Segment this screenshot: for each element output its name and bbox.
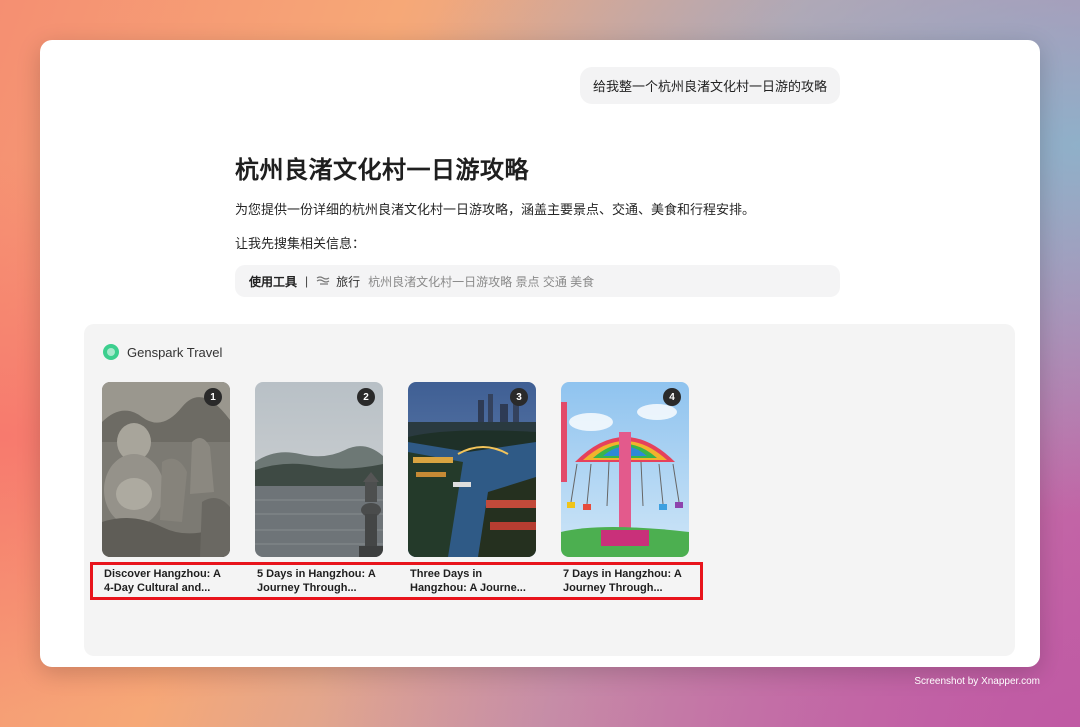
swing-ride-image xyxy=(561,382,689,557)
canal-night-image xyxy=(408,382,536,557)
travel-card[interactable]: 2 5 Days in Hangzhou: A Journey Through.… xyxy=(255,382,383,595)
answer-search-lead: 让我先搜集相关信息： xyxy=(235,236,366,251)
assistant-answer: 杭州良渚文化村一日游攻略 为您提供一份详细的杭州良渚文化村一日游攻略，涵盖主要景… xyxy=(235,150,840,297)
card-number-badge: 3 xyxy=(510,388,528,406)
card-thumbnail[interactable]: 4 xyxy=(561,382,689,557)
genspark-logo-icon xyxy=(103,344,119,360)
watermark: Screenshot by Xnapper.com xyxy=(914,676,1040,687)
panel-header: Genspark Travel xyxy=(103,344,222,360)
travel-card[interactable]: 4 7 Days in Hangzhou: A Journey Through.… xyxy=(561,382,689,595)
card-thumbnail[interactable]: 3 xyxy=(408,382,536,557)
buddha-carving-image xyxy=(102,382,230,557)
card-title[interactable]: Three Days in Hangzhou: A Journe... xyxy=(408,567,534,595)
travel-card-list: 1 Discover Hangzhou: A 4-Day Cultural an… xyxy=(102,382,714,595)
card-number-badge: 2 xyxy=(357,388,375,406)
card-title[interactable]: 7 Days in Hangzhou: A Journey Through... xyxy=(561,567,687,595)
travel-tool-icon xyxy=(316,276,330,286)
card-number-badge: 4 xyxy=(663,388,681,406)
tool-use-label: 使用工具 xyxy=(249,274,298,289)
card-title[interactable]: Discover Hangzhou: A 4-Day Cultural and.… xyxy=(102,567,228,595)
answer-intro: 为您提供一份详细的杭州良渚文化村一日游攻略，涵盖主要景点、交通、美食和行程安排。 xyxy=(235,202,756,217)
chat-window: 给我整一个杭州良渚文化村一日游的攻略 杭州良渚文化村一日游攻略 为您提供一份详细… xyxy=(40,40,1040,667)
panel-title: Genspark Travel xyxy=(127,344,223,360)
travel-card[interactable]: 1 Discover Hangzhou: A 4-Day Cultural an… xyxy=(102,382,230,595)
tool-use-separator: | xyxy=(305,274,309,288)
tool-use-bar[interactable]: 使用工具 | 旅行 杭州良渚文化村一日游攻略 景点 交通 美食 xyxy=(235,265,840,297)
card-number-badge: 1 xyxy=(204,388,222,406)
user-message-bubble: 给我整一个杭州良渚文化村一日游的攻略 xyxy=(579,67,840,104)
travel-card[interactable]: 3 Three Days in Hangzhou: A Journe... xyxy=(408,382,536,595)
tool-name: 旅行 xyxy=(336,274,361,289)
card-thumbnail[interactable]: 1 xyxy=(102,382,230,557)
card-title[interactable]: 5 Days in Hangzhou: A Journey Through... xyxy=(255,567,381,595)
west-lake-image xyxy=(255,382,383,557)
genspark-travel-panel: Genspark Travel 1 Discover Hangzhou: A 4… xyxy=(84,324,1015,656)
card-thumbnail[interactable]: 2 xyxy=(255,382,383,557)
tool-query: 杭州良渚文化村一日游攻略 景点 交通 美食 xyxy=(368,274,595,289)
answer-title: 杭州良渚文化村一日游攻略 xyxy=(235,157,529,184)
